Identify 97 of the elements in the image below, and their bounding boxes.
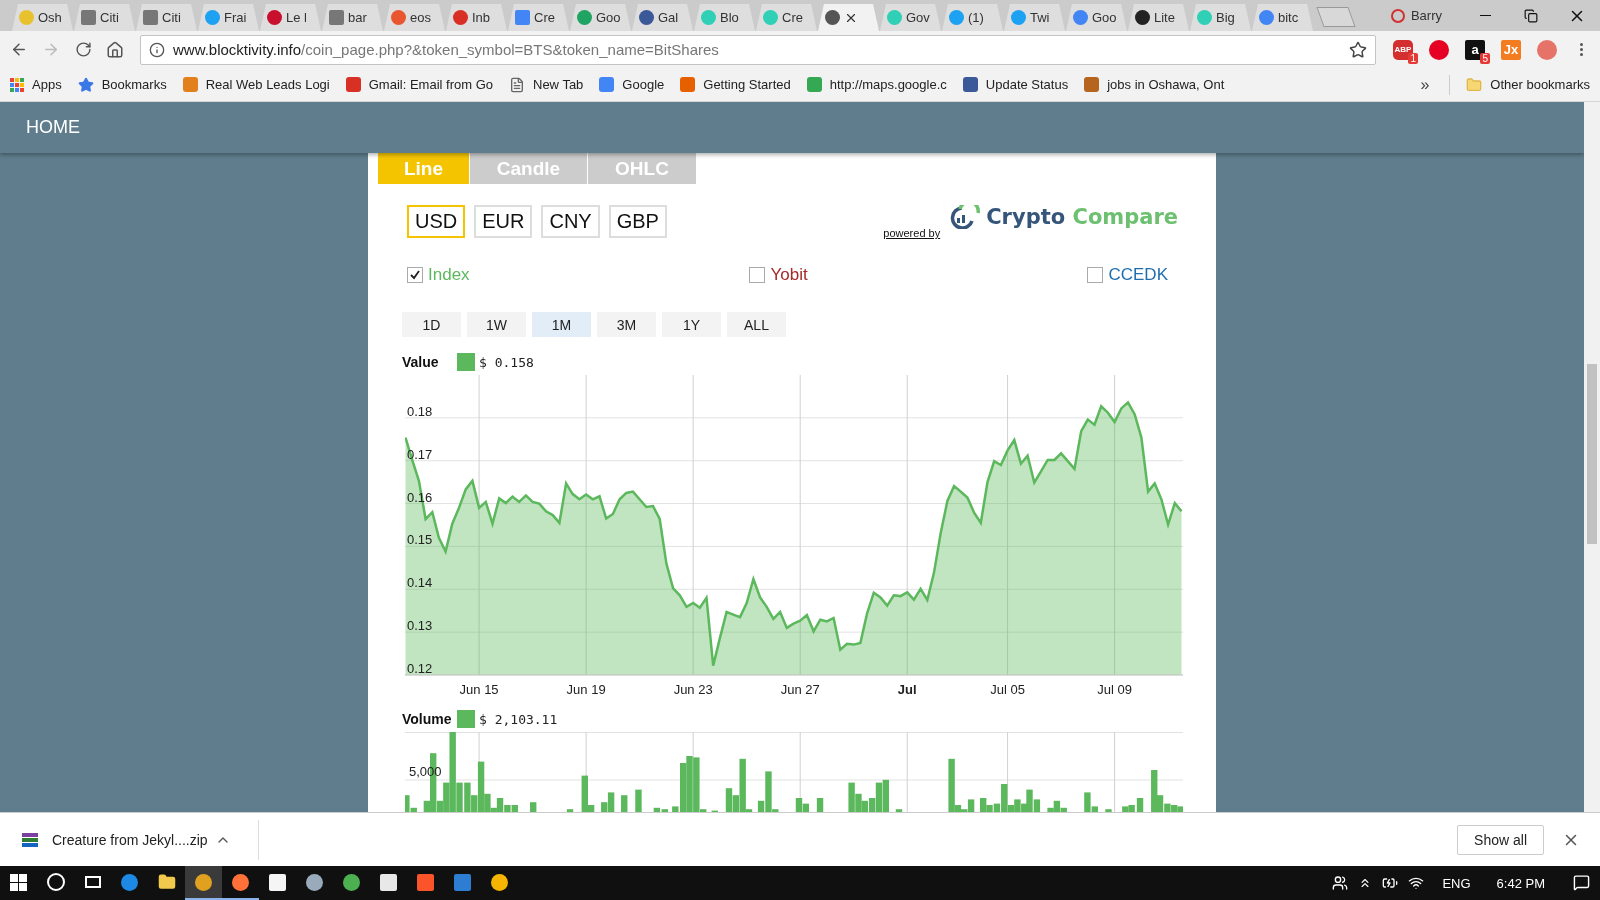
- checkbox-label[interactable]: Yobit: [770, 265, 808, 285]
- scrollbar[interactable]: [1584, 102, 1600, 812]
- profile-icon[interactable]: [1390, 8, 1405, 23]
- bookmark[interactable]: jobs in Oshawa, Ont: [1084, 77, 1225, 92]
- browser-tab[interactable]: Cre: [756, 4, 817, 31]
- browser-tab[interactable]: bitc: [1252, 4, 1313, 31]
- clock[interactable]: 6:42 PM: [1488, 875, 1553, 891]
- browser-tab[interactable]: Inb: [446, 4, 507, 31]
- axis-label: Jun 23: [673, 682, 713, 697]
- range-button[interactable]: 1W: [467, 312, 526, 337]
- currency-button[interactable]: EUR: [474, 205, 533, 238]
- profile-name[interactable]: Barry: [1410, 8, 1442, 23]
- message-icon: [1573, 873, 1590, 891]
- logo-icon: [948, 205, 983, 229]
- axis-label: 0.13: [407, 618, 433, 634]
- folder-icon: [1466, 76, 1483, 93]
- bookmark[interactable]: Getting Started: [680, 77, 791, 92]
- axis-label: Jul 09: [1097, 682, 1132, 697]
- axis-label: 0.12: [407, 661, 433, 676]
- show-all-button[interactable]: Show all: [1457, 824, 1544, 855]
- browser-tab[interactable]: Big: [1190, 4, 1251, 31]
- bookmark-folder[interactable]: Other bookmarks: [1466, 76, 1590, 93]
- range-button[interactable]: ALL: [727, 312, 786, 337]
- axis-label: 0.18: [407, 403, 433, 419]
- download-file[interactable]: Creature from Jekyl....zip: [52, 831, 208, 848]
- bookmark[interactable]: Apps: [10, 77, 62, 92]
- value-reading: $ 0.158: [479, 354, 534, 370]
- language-indicator[interactable]: ENG: [1434, 875, 1479, 891]
- browser-tab[interactable]: Osh: [12, 4, 73, 31]
- extension-button[interactable]: ABP 1: [1386, 34, 1420, 65]
- axis-label: Jul 05: [990, 682, 1025, 697]
- currency-button[interactable]: USD: [407, 205, 466, 238]
- restore-icon: [1524, 8, 1538, 23]
- browser-tab[interactable]: Blo: [694, 4, 755, 31]
- axis-label: Jun 27: [780, 682, 820, 697]
- browser-tab[interactable]: Twi: [1004, 4, 1065, 31]
- browser-tab[interactable]: Frai: [198, 4, 259, 31]
- bookmark[interactable]: http://maps.google.c: [806, 77, 947, 92]
- logo-text: Crypto Compare: [986, 205, 1178, 229]
- legend-label: Value: [402, 354, 440, 370]
- home-link[interactable]: HOME: [26, 117, 80, 138]
- range-button[interactable]: 1Y: [662, 312, 721, 337]
- people-icon[interactable]: [1332, 875, 1349, 891]
- windows-icon: [10, 873, 27, 891]
- browser-tab[interactable]: Cre: [508, 4, 569, 31]
- badge: 1: [1408, 52, 1418, 64]
- bookmark[interactable]: Update Status: [962, 77, 1069, 92]
- browser-tab[interactable]: Le l: [260, 4, 321, 31]
- axis-label: Jul: [897, 682, 917, 697]
- battery-icon[interactable]: [1382, 875, 1399, 891]
- axis-label: 0.14: [407, 575, 433, 591]
- archive-icon: [22, 832, 38, 847]
- axis-label: Jun 19: [566, 682, 606, 697]
- star-icon[interactable]: [1349, 40, 1367, 59]
- overflow-button[interactable]: »: [1416, 75, 1434, 94]
- address-field[interactable]: www.blocktivity.info/coin_page.php?&token_symbol=BTS&token_name=BitShares: [140, 34, 1376, 65]
- home-icon: [106, 40, 124, 59]
- browser-tab[interactable]: Gov: [880, 4, 941, 31]
- volume-reading: $ 2,103.11: [479, 711, 558, 727]
- axis-label: 0.15: [407, 532, 433, 548]
- range-button[interactable]: 1D: [402, 312, 461, 337]
- bookmark[interactable]: Bookmarks: [77, 76, 167, 93]
- browser-tab[interactable]: Citi: [136, 4, 197, 31]
- task-view-icon: [84, 876, 101, 888]
- browser-tab[interactable]: Citi: [74, 4, 135, 31]
- minimize-icon: [1479, 15, 1491, 16]
- browser-tab[interactable]: Goo: [570, 4, 631, 31]
- browser-tab[interactable]: Lite: [1128, 4, 1189, 31]
- currency-button[interactable]: CNY: [541, 205, 600, 238]
- browser-tab[interactable]: Goo: [1066, 4, 1127, 31]
- legend-swatch: [457, 353, 475, 371]
- wifi-icon[interactable]: [1408, 875, 1425, 891]
- browser-tab[interactable]: [818, 4, 879, 31]
- axis-label: 0.16: [407, 489, 433, 505]
- ring-icon: [46, 873, 65, 891]
- browser-tab[interactable]: eos: [384, 4, 445, 31]
- checkbox[interactable]: [407, 267, 423, 283]
- range-button[interactable]: 1M: [532, 312, 591, 337]
- checkbox[interactable]: [749, 267, 766, 283]
- bookmark[interactable]: Gmail: Email from Go: [345, 77, 493, 92]
- menu-icon: [1579, 43, 1583, 56]
- checkbox-label[interactable]: CCEDK: [1108, 265, 1168, 285]
- axis-label: Jun 15: [459, 682, 499, 697]
- reload-icon: [74, 41, 92, 58]
- badge: 5: [1480, 52, 1490, 64]
- currency-button[interactable]: GBP: [608, 205, 667, 238]
- browser-tab[interactable]: bar: [322, 4, 383, 31]
- bookmark[interactable]: New Tab: [509, 76, 584, 93]
- extension-button[interactable]: a 5: [1458, 34, 1492, 65]
- checkbox[interactable]: [1087, 267, 1104, 283]
- range-button[interactable]: 3M: [597, 312, 656, 337]
- powered-by-link[interactable]: powered by: [883, 227, 941, 239]
- bookmark[interactable]: Real Web Leads Logi: [182, 77, 330, 92]
- browser-tab[interactable]: Gal: [632, 4, 693, 31]
- browser-tab[interactable]: (1): [942, 4, 1003, 31]
- bookmark[interactable]: Google: [599, 77, 665, 92]
- info-icon[interactable]: [149, 41, 165, 58]
